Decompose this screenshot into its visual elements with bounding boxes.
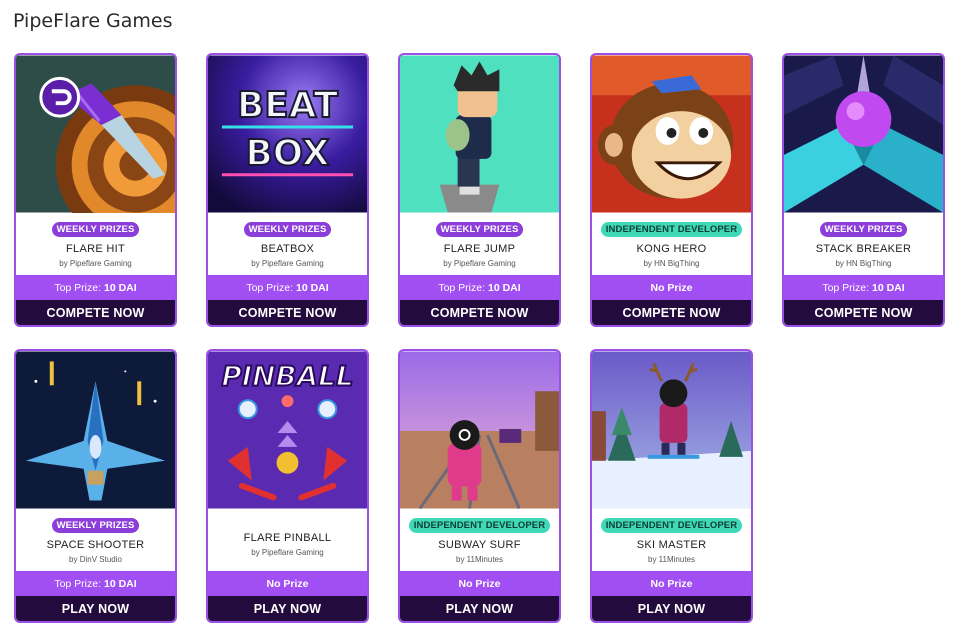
- game-card-flare-pinball[interactable]: PINBALL FLARE PINBALL by Pipeflare Gamin…: [206, 349, 369, 623]
- spaceship-icon: [16, 351, 175, 509]
- independent-developer-badge: INDEPENDENT DEVELOPER: [600, 518, 743, 533]
- prize-bar: Top Prize: 10 DAI: [208, 275, 367, 300]
- game-title: FLARE PINBALL: [243, 532, 332, 544]
- game-thumbnail[interactable]: [784, 55, 943, 213]
- game-card-stack-breaker[interactable]: WEEKLY PRIZES STACK BREAKER by HN BigThi…: [782, 53, 945, 327]
- weekly-prizes-badge: WEEKLY PRIZES: [51, 518, 140, 533]
- game-thumbnail[interactable]: [592, 351, 751, 509]
- prize-value: No Prize: [266, 577, 309, 590]
- page-title: PipeFlare Games: [13, 10, 173, 32]
- game-title: BEATBOX: [260, 243, 315, 255]
- compete-now-button[interactable]: COMPETE NOW: [592, 300, 751, 325]
- game-card-space-shooter[interactable]: WEEKLY PRIZES SPACE SHOOTER by DinV Stud…: [14, 349, 177, 623]
- game-thumbnail[interactable]: BEAT BOX: [208, 55, 367, 213]
- game-developer: by Pipeflare Gaming: [251, 548, 324, 557]
- prize-value: 10 DAI: [488, 281, 521, 294]
- game-title: FLARE JUMP: [443, 243, 516, 255]
- game-developer: by 11Minutes: [456, 555, 503, 564]
- jumping-boy-icon: [400, 55, 559, 213]
- knife-target-icon: [16, 55, 175, 213]
- game-thumbnail[interactable]: [592, 55, 751, 213]
- game-card-beatbox[interactable]: BEAT BOX WEEKLY PRIZES BEATBOX by Pipefl…: [206, 53, 369, 327]
- play-now-button[interactable]: PLAY NOW: [208, 596, 367, 621]
- game-card-flare-hit[interactable]: WEEKLY PRIZES FLARE HIT by Pipeflare Gam…: [14, 53, 177, 327]
- prize-value: No Prize: [458, 577, 501, 590]
- game-thumbnail[interactable]: PINBALL: [208, 351, 367, 509]
- prize-label: Top Prize:: [822, 281, 869, 294]
- game-title: FLARE HIT: [66, 243, 125, 255]
- prize-bar: No Prize: [592, 571, 751, 596]
- prize-bar: Top Prize: 10 DAI: [16, 275, 175, 300]
- game-card-subway-surf[interactable]: INDEPENDENT DEVELOPER SUBWAY SURF by 11M…: [398, 349, 561, 623]
- monkey-face-icon: [592, 55, 751, 213]
- weekly-prizes-badge: WEEKLY PRIZES: [819, 222, 908, 237]
- prize-bar: Top Prize: 10 DAI: [400, 275, 559, 300]
- play-now-button[interactable]: PLAY NOW: [16, 596, 175, 621]
- game-card-kong-hero[interactable]: INDEPENDENT DEVELOPER KONG HERO by HN Bi…: [590, 53, 753, 327]
- game-title: KONG HERO: [636, 243, 707, 255]
- game-developer: by 11Minutes: [648, 555, 695, 564]
- game-developer: by HN BigThing: [643, 259, 700, 268]
- svg-text:PINBALL: PINBALL: [221, 359, 353, 392]
- prize-label: Top Prize:: [54, 577, 101, 590]
- game-thumbnail[interactable]: [16, 55, 175, 213]
- game-title: SUBWAY SURF: [438, 539, 521, 551]
- prize-value: 10 DAI: [872, 281, 905, 294]
- prize-bar: No Prize: [592, 275, 751, 300]
- games-grid: WEEKLY PRIZES FLARE HIT by Pipeflare Gam…: [14, 53, 945, 623]
- prize-bar: Top Prize: 10 DAI: [784, 275, 943, 300]
- prize-value: 10 DAI: [104, 281, 137, 294]
- weekly-prizes-badge: WEEKLY PRIZES: [435, 222, 524, 237]
- game-title: STACK BREAKER: [815, 243, 912, 255]
- prize-bar: No Prize: [400, 571, 559, 596]
- subway-runner-icon: [400, 351, 559, 509]
- weekly-prizes-badge: WEEKLY PRIZES: [51, 222, 140, 237]
- game-developer: by DinV Studio: [69, 555, 122, 564]
- compete-now-button[interactable]: COMPETE NOW: [208, 300, 367, 325]
- game-thumbnail[interactable]: [400, 55, 559, 213]
- svg-text:BOX: BOX: [246, 133, 330, 174]
- bouncing-ball-icon: [784, 55, 943, 213]
- game-thumbnail[interactable]: [16, 351, 175, 509]
- beatbox-logo-icon: BEAT BOX: [208, 55, 367, 213]
- play-now-button[interactable]: PLAY NOW: [592, 596, 751, 621]
- skier-icon: [592, 351, 751, 509]
- independent-developer-badge: INDEPENDENT DEVELOPER: [600, 222, 743, 237]
- prize-bar: Top Prize: 10 DAI: [16, 571, 175, 596]
- prize-label: Top Prize:: [246, 281, 293, 294]
- compete-now-button[interactable]: COMPETE NOW: [16, 300, 175, 325]
- game-title: SPACE SHOOTER: [46, 539, 145, 551]
- prize-bar: No Prize: [208, 571, 367, 596]
- prize-value: 10 DAI: [296, 281, 329, 294]
- pinball-table-icon: PINBALL: [208, 351, 367, 509]
- game-developer: by Pipeflare Gaming: [59, 259, 132, 268]
- game-thumbnail[interactable]: [400, 351, 559, 509]
- weekly-prizes-badge: WEEKLY PRIZES: [243, 222, 332, 237]
- game-developer: by Pipeflare Gaming: [251, 259, 324, 268]
- game-card-flare-jump[interactable]: WEEKLY PRIZES FLARE JUMP by Pipeflare Ga…: [398, 53, 561, 327]
- independent-developer-badge: INDEPENDENT DEVELOPER: [408, 518, 551, 533]
- svg-text:BEAT: BEAT: [237, 85, 339, 126]
- game-card-ski-master[interactable]: INDEPENDENT DEVELOPER SKI MASTER by 11Mi…: [590, 349, 753, 623]
- compete-now-button[interactable]: COMPETE NOW: [784, 300, 943, 325]
- prize-label: Top Prize:: [54, 281, 101, 294]
- prize-label: Top Prize:: [438, 281, 485, 294]
- compete-now-button[interactable]: COMPETE NOW: [400, 300, 559, 325]
- game-developer: by Pipeflare Gaming: [443, 259, 516, 268]
- prize-value: No Prize: [650, 577, 693, 590]
- play-now-button[interactable]: PLAY NOW: [400, 596, 559, 621]
- game-developer: by HN BigThing: [835, 259, 892, 268]
- game-title: SKI MASTER: [636, 539, 707, 551]
- prize-value: No Prize: [650, 281, 693, 294]
- prize-value: 10 DAI: [104, 577, 137, 590]
